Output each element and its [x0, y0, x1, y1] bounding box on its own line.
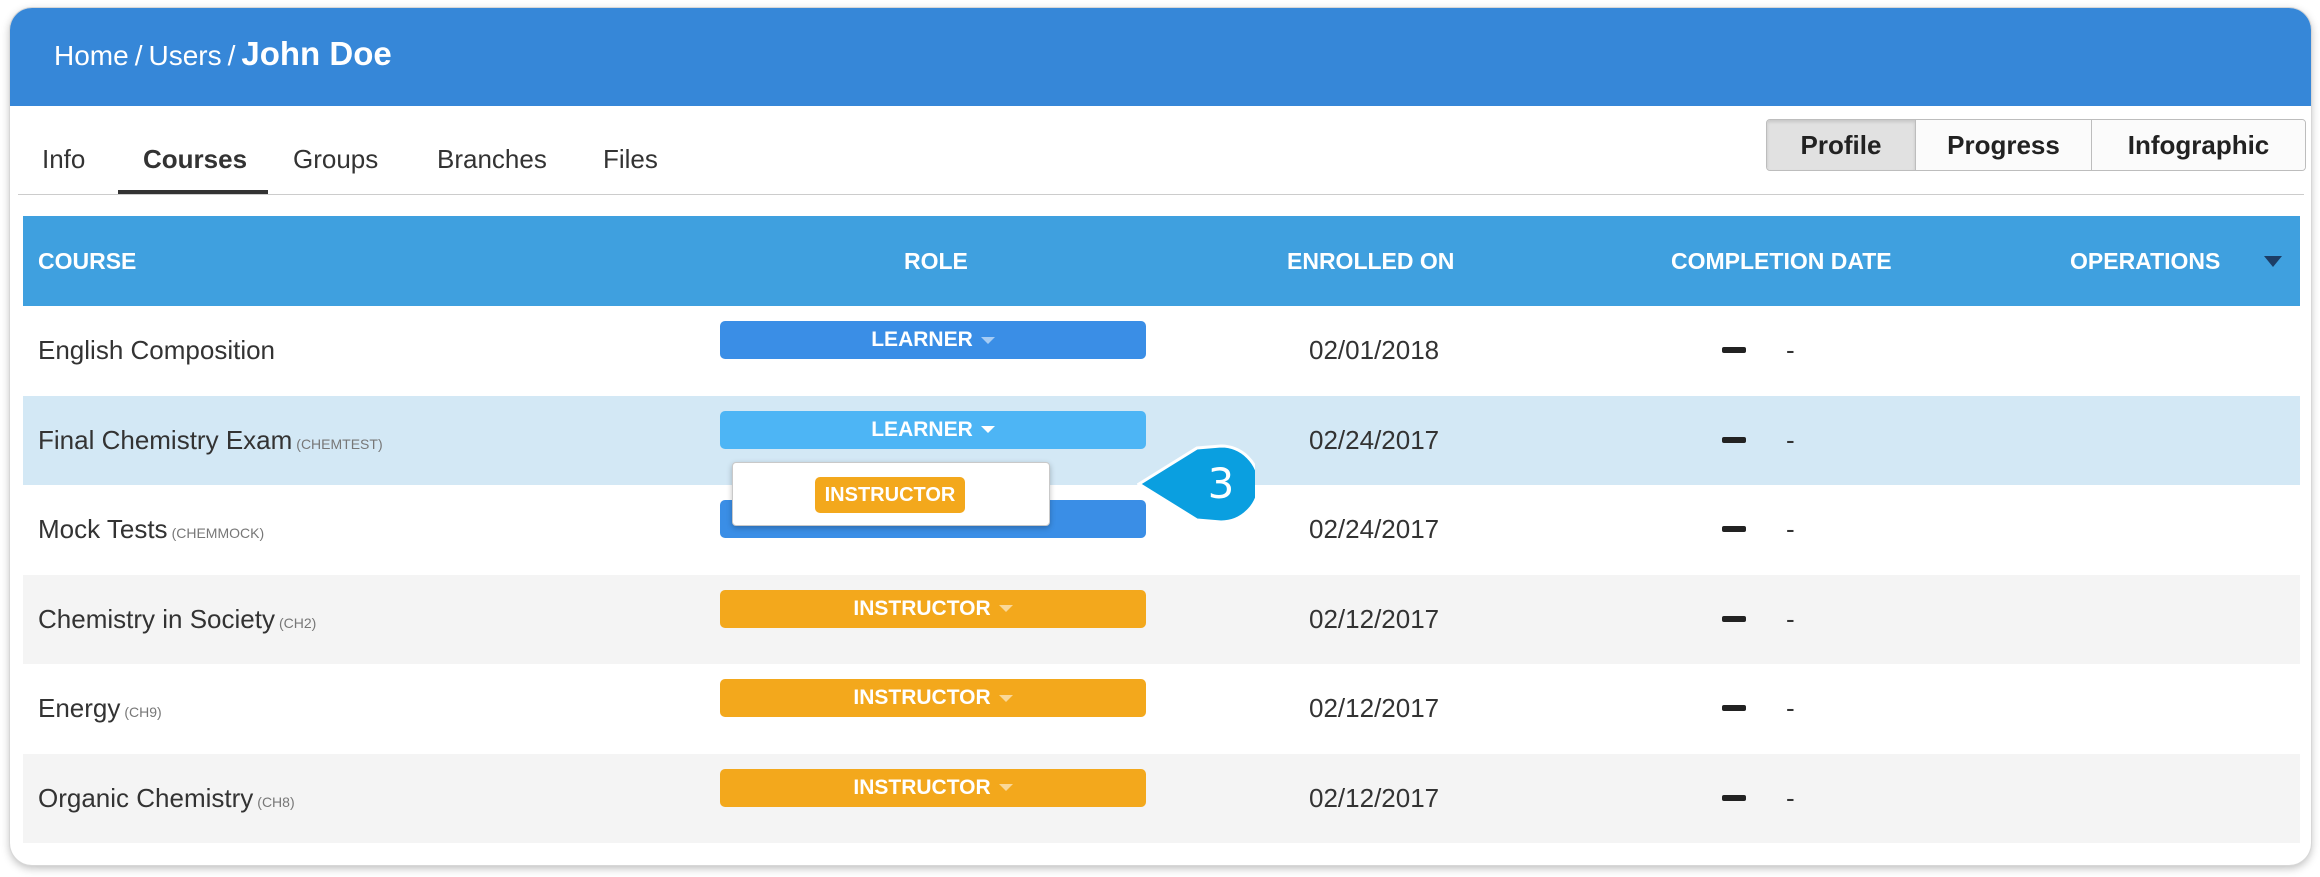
course-code: (CH2) [278, 614, 317, 631]
role-button[interactable]: INSTRUCTOR [720, 589, 1146, 628]
tab-branches[interactable]: Branches [437, 144, 547, 175]
column-course[interactable]: COURSE [38, 216, 136, 306]
caret-down-icon [998, 605, 1013, 613]
tab-courses[interactable]: Courses [143, 144, 247, 175]
completion-date: - [1786, 424, 1795, 455]
role-button[interactable]: INSTRUCTOR [720, 768, 1146, 807]
minus-icon[interactable] [1722, 526, 1746, 532]
role-label: INSTRUCTOR [853, 775, 991, 799]
user-profile-card: Home / Users / John Doe Info Courses Groups … [10, 8, 2311, 865]
breadcrumb-separator: / [134, 40, 143, 71]
column-completion-date[interactable]: COMPLETION DATE [1671, 216, 1892, 306]
table-row: Organic Chemistry (CH8) INSTRUCTOR 02/12/… [23, 753, 2300, 847]
progress-view-button[interactable]: Progress [1916, 120, 2092, 170]
course-name[interactable]: Final Chemistry Exam (CHEMTEST) [38, 396, 383, 489]
course-name[interactable]: Mock Tests (CHEMMOCK) [38, 485, 264, 578]
caret-down-icon [998, 694, 1013, 702]
caret-down-icon [980, 426, 995, 434]
table-header: COURSE ROLE ENROLLED ON COMPLETION DATE … [23, 216, 2300, 306]
breadcrumb-current: John Doe [241, 35, 392, 72]
minus-icon[interactable] [1722, 794, 1746, 801]
tab-info[interactable]: Info [42, 144, 85, 175]
column-operations[interactable]: OPERATIONS [2070, 216, 2220, 306]
course-title[interactable]: Chemistry in Society [38, 604, 275, 634]
tabs-divider [18, 194, 2304, 195]
caret-down-icon [980, 336, 995, 344]
role-button[interactable]: LEARNER [720, 410, 1146, 449]
breadcrumb-home[interactable]: Home [54, 40, 129, 71]
completion-date: - [1786, 514, 1795, 544]
course-code: (CHEMMOCK) [171, 525, 265, 541]
role-label: INSTRUCTOR [853, 686, 991, 709]
role-option-instructor[interactable]: INSTRUCTOR [815, 477, 965, 513]
completion-date: - [1786, 335, 1795, 365]
infographic-view-button[interactable]: Infographic [2092, 120, 2305, 170]
role-button[interactable]: LEARNER [720, 321, 1146, 359]
table-row: Chemistry in Society (CH2) INSTRUCTOR 02/… [23, 574, 2300, 668]
page-header: Home / Users / John Doe [10, 8, 2311, 106]
breadcrumb-separator: / [227, 40, 236, 71]
courses-table: COURSE ROLE ENROLLED ON COMPLETION DATE … [23, 216, 2300, 843]
minus-icon[interactable] [1722, 705, 1746, 711]
minus-icon[interactable] [1722, 615, 1746, 622]
role-label: LEARNER [871, 417, 973, 441]
course-name[interactable]: Chemistry in Society (CH2) [38, 575, 316, 668]
step-callout: 3 [1136, 444, 1261, 524]
column-role[interactable]: ROLE [904, 216, 968, 306]
course-name[interactable]: Energy (CH9) [38, 664, 162, 757]
course-code: (CHEMTEST) [296, 435, 383, 452]
table-row: English Composition LEARNER 02/01/2018 - [23, 306, 2300, 396]
enrolled-date: 02/24/2017 [1309, 514, 1440, 544]
role-dropdown-menu: INSTRUCTOR [732, 462, 1050, 526]
view-switcher: Profile Progress Infographic [1766, 119, 2306, 171]
completion-date: - [1786, 603, 1795, 634]
role-label: LEARNER [871, 328, 973, 351]
course-title[interactable]: Mock Tests [38, 514, 168, 544]
minus-icon[interactable] [1722, 347, 1746, 353]
completion-date: - [1786, 782, 1795, 813]
caret-down-icon [998, 784, 1013, 792]
enrolled-date: 02/12/2017 [1309, 693, 1440, 723]
course-name[interactable]: Organic Chemistry (CH8) [38, 754, 295, 847]
course-title[interactable]: English Composition [38, 335, 275, 365]
minus-icon[interactable] [1722, 436, 1746, 443]
enrolled-date: 02/12/2017 [1309, 603, 1440, 634]
course-code: (CH9) [124, 704, 162, 720]
course-title[interactable]: Organic Chemistry [38, 783, 253, 813]
enrolled-date: 02/12/2017 [1309, 782, 1440, 813]
role-label: INSTRUCTOR [853, 596, 991, 620]
callout-number: 3 [1207, 459, 1235, 508]
tab-groups[interactable]: Groups [293, 144, 378, 175]
enrolled-date: 02/24/2017 [1309, 424, 1440, 455]
course-title[interactable]: Energy [38, 693, 120, 723]
course-title[interactable]: Final Chemistry Exam [38, 425, 292, 455]
breadcrumb: Home / Users / John Doe [54, 34, 392, 76]
column-enrolled-on[interactable]: ENROLLED ON [1287, 216, 1454, 306]
tab-files[interactable]: Files [603, 144, 658, 175]
table-row: Energy (CH9) INSTRUCTOR 02/12/2017 - [23, 664, 2300, 754]
course-code: (CH8) [257, 793, 295, 810]
completion-date: - [1786, 693, 1795, 723]
profile-view-button[interactable]: Profile [1767, 120, 1916, 170]
breadcrumb-users[interactable]: Users [148, 40, 221, 71]
caret-down-icon[interactable] [2264, 256, 2282, 267]
course-name[interactable]: English Composition [38, 306, 279, 399]
role-button[interactable]: INSTRUCTOR [720, 679, 1146, 717]
enrolled-date: 02/01/2018 [1309, 335, 1440, 365]
